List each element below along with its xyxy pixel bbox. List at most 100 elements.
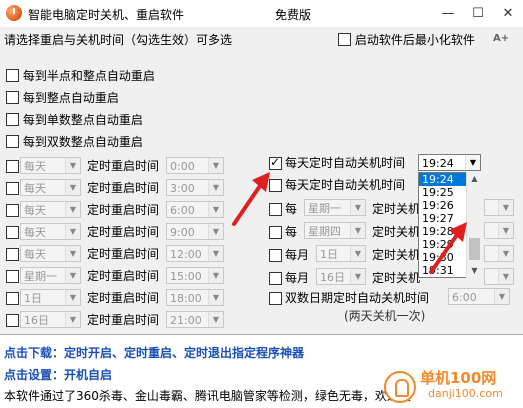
weekly-shutdown-1-time-dropdown[interactable]: ▼ — [484, 199, 514, 216]
checkbox[interactable] — [6, 113, 19, 126]
minimize-on-start[interactable]: 启动软件后最小化软件 — [338, 33, 475, 47]
watermark: 单机100网 danji100.com — [384, 367, 519, 405]
checkbox[interactable] — [6, 248, 19, 261]
time-dropdown[interactable]: 9:00 ▼ — [166, 223, 224, 240]
chevron-down-icon: ▼ — [208, 202, 223, 217]
chevron-down-icon: ▼ — [350, 223, 365, 238]
daily-shutdown-checkbox[interactable] — [269, 155, 282, 170]
minimize-on-start-checkbox[interactable] — [338, 33, 351, 46]
restart-option-hourly[interactable]: 每到整点自动重启 — [6, 91, 119, 105]
double-date-shutdown-label: 双数日期定时自动关机时间 — [285, 291, 430, 305]
monthly-shutdown-2-label: 定时关机 — [372, 271, 421, 285]
chevron-down-icon: ▼ — [208, 268, 223, 283]
time-dropdown[interactable]: 0:00 ▼ — [166, 157, 224, 174]
checkbox[interactable] — [6, 69, 19, 82]
instruction-text: 请选择重启与关机时间（勾选生效）可多选 — [4, 33, 233, 47]
monthly-shutdown-2-checkbox[interactable] — [269, 272, 282, 285]
weekly-shutdown-1-checkbox[interactable] — [269, 203, 282, 216]
safety-note: 本软件通过了360杀毒、金山毒霸、腾讯电脑管家等检测，绿色无毒，欢迎使 — [4, 389, 411, 403]
close-button[interactable]: ✕ — [493, 0, 523, 27]
time-dropdown[interactable]: 18:00 ▼ — [166, 289, 224, 306]
double-date-shutdown-checkbox[interactable] — [269, 292, 282, 305]
checkbox[interactable] — [6, 182, 19, 195]
checkbox[interactable] — [6, 270, 19, 283]
restart-option-even-hour[interactable]: 每到双数整点自动重启 — [6, 135, 143, 149]
period-dropdown[interactable]: 每天 ▼ — [20, 245, 81, 262]
download-link[interactable]: 点击下载：定时开启、定时重启、定时退出指定程序神器 — [4, 344, 304, 361]
double-date-shutdown-time-dropdown[interactable]: 6:00 ▼ — [448, 288, 510, 305]
chevron-down-icon: ▼ — [208, 312, 223, 327]
chevron-down-icon: ▼ — [465, 155, 480, 170]
option-label: 每到整点自动重启 — [22, 91, 119, 105]
scroll-down-icon[interactable]: ▼ — [467, 264, 482, 278]
app-power-icon — [6, 5, 22, 21]
weekly-shutdown-1-period-dropdown[interactable]: 星期一 ▼ — [304, 199, 366, 216]
monthly-shutdown-2-prefix: 每月 — [285, 271, 310, 285]
weekly-shutdown-2-checkbox[interactable] — [269, 226, 282, 239]
chevron-down-icon: ▼ — [65, 246, 80, 261]
chevron-down-icon: ▼ — [208, 180, 223, 195]
time-dropdown[interactable]: 6:00 ▼ — [166, 201, 224, 218]
font-size-icon[interactable]: A+ — [493, 33, 509, 44]
minimize-button[interactable]: — — [433, 0, 463, 27]
option-label: 每到单数整点自动重启 — [22, 113, 143, 127]
chevron-down-icon: ▼ — [65, 290, 80, 305]
settings-link[interactable]: 点击设置：开机自启 — [4, 366, 112, 383]
timed-restart-label: 定时重启时间 — [87, 269, 160, 283]
period-dropdown[interactable]: 每天 ▼ — [20, 223, 81, 240]
watermark-line1: 单机100网 — [420, 369, 497, 387]
daily-shutdown-label: 每天定时自动关机时间 — [285, 156, 406, 170]
daily-shutdown-2-checkbox[interactable] — [269, 179, 282, 192]
time-dropdown[interactable]: 12:00 ▼ — [166, 245, 224, 262]
period-dropdown[interactable]: 1日 ▼ — [20, 289, 81, 306]
scroll-up-icon[interactable]: ▲ — [467, 172, 482, 186]
weekly-shutdown-1-label: 定时关机 — [372, 202, 421, 216]
restart-option-half-hour[interactable]: 每到半点和整点自动重启 — [6, 69, 155, 83]
time-dropdown[interactable]: 15:00 ▼ — [166, 267, 224, 284]
weekly-shutdown-2-label: 定时关机 — [372, 225, 421, 239]
minimize-on-start-label: 启动软件后最小化软件 — [354, 33, 475, 47]
daily-shutdown-time-dropdown[interactable]: 19:24 ▼ — [418, 154, 481, 171]
period-dropdown[interactable]: 每天 ▼ — [20, 179, 81, 196]
period-dropdown[interactable]: 星期一 ▼ — [20, 267, 81, 284]
checkbox[interactable] — [6, 292, 19, 305]
time-dropdown[interactable]: 21:00 ▼ — [166, 311, 224, 328]
checkbox[interactable] — [6, 160, 19, 173]
weekly-shutdown-2-time-dropdown[interactable]: ▼ — [484, 222, 514, 239]
monthly-shutdown-2-time-dropdown[interactable]: ▼ — [484, 268, 514, 285]
scroll-thumb[interactable] — [469, 238, 480, 260]
weekly-shutdown-1-prefix: 每 — [285, 202, 298, 216]
monthly-shutdown-1-checkbox[interactable] — [269, 249, 282, 262]
double-date-note: (两天关机一次) — [344, 309, 426, 323]
chevron-down-icon: ▼ — [350, 200, 365, 215]
checkbox[interactable] — [6, 226, 19, 239]
chevron-down-icon: ▼ — [498, 200, 513, 215]
period-dropdown[interactable]: 每天 ▼ — [20, 201, 81, 218]
chevron-down-icon: ▼ — [494, 289, 509, 304]
chevron-down-icon: ▼ — [498, 223, 513, 238]
checkbox[interactable] — [6, 314, 19, 327]
monthly-shutdown-2-period-dropdown[interactable]: 16日 ▼ — [316, 268, 366, 285]
chevron-down-icon: ▼ — [65, 224, 80, 239]
monthly-shutdown-1-period-dropdown[interactable]: 1日 ▼ — [316, 245, 366, 262]
annotation-arrow-icon — [232, 172, 270, 226]
chevron-down-icon: ▼ — [65, 180, 80, 195]
period-dropdown[interactable]: 16日 ▼ — [20, 311, 81, 328]
monthly-shutdown-1-time-dropdown[interactable]: ▼ — [484, 245, 514, 262]
chevron-down-icon: ▼ — [350, 269, 365, 284]
maximize-button[interactable]: ☐ — [463, 0, 493, 27]
checkbox[interactable] — [6, 204, 19, 217]
time-dropdown[interactable]: 3:00 ▼ — [166, 179, 224, 196]
timed-restart-label: 定时重启时间 — [87, 181, 160, 195]
checkbox[interactable] — [6, 91, 19, 104]
time-list-scrollbar[interactable]: ▲ ▼ — [466, 172, 482, 278]
edition-label: 免费版 — [275, 8, 312, 22]
weekly-shutdown-2-period-dropdown[interactable]: 星期四 ▼ — [304, 222, 366, 239]
timed-restart-label: 定时重启时间 — [87, 247, 160, 261]
checkbox[interactable] — [6, 135, 19, 148]
restart-option-odd-hour[interactable]: 每到单数整点自动重启 — [6, 113, 143, 127]
chevron-down-icon: ▼ — [208, 290, 223, 305]
window-title: 智能电脑定时关机、重启软件 — [28, 8, 185, 22]
period-dropdown[interactable]: 每天 ▼ — [20, 157, 81, 174]
watermark-line2: danji100.com — [428, 387, 503, 400]
